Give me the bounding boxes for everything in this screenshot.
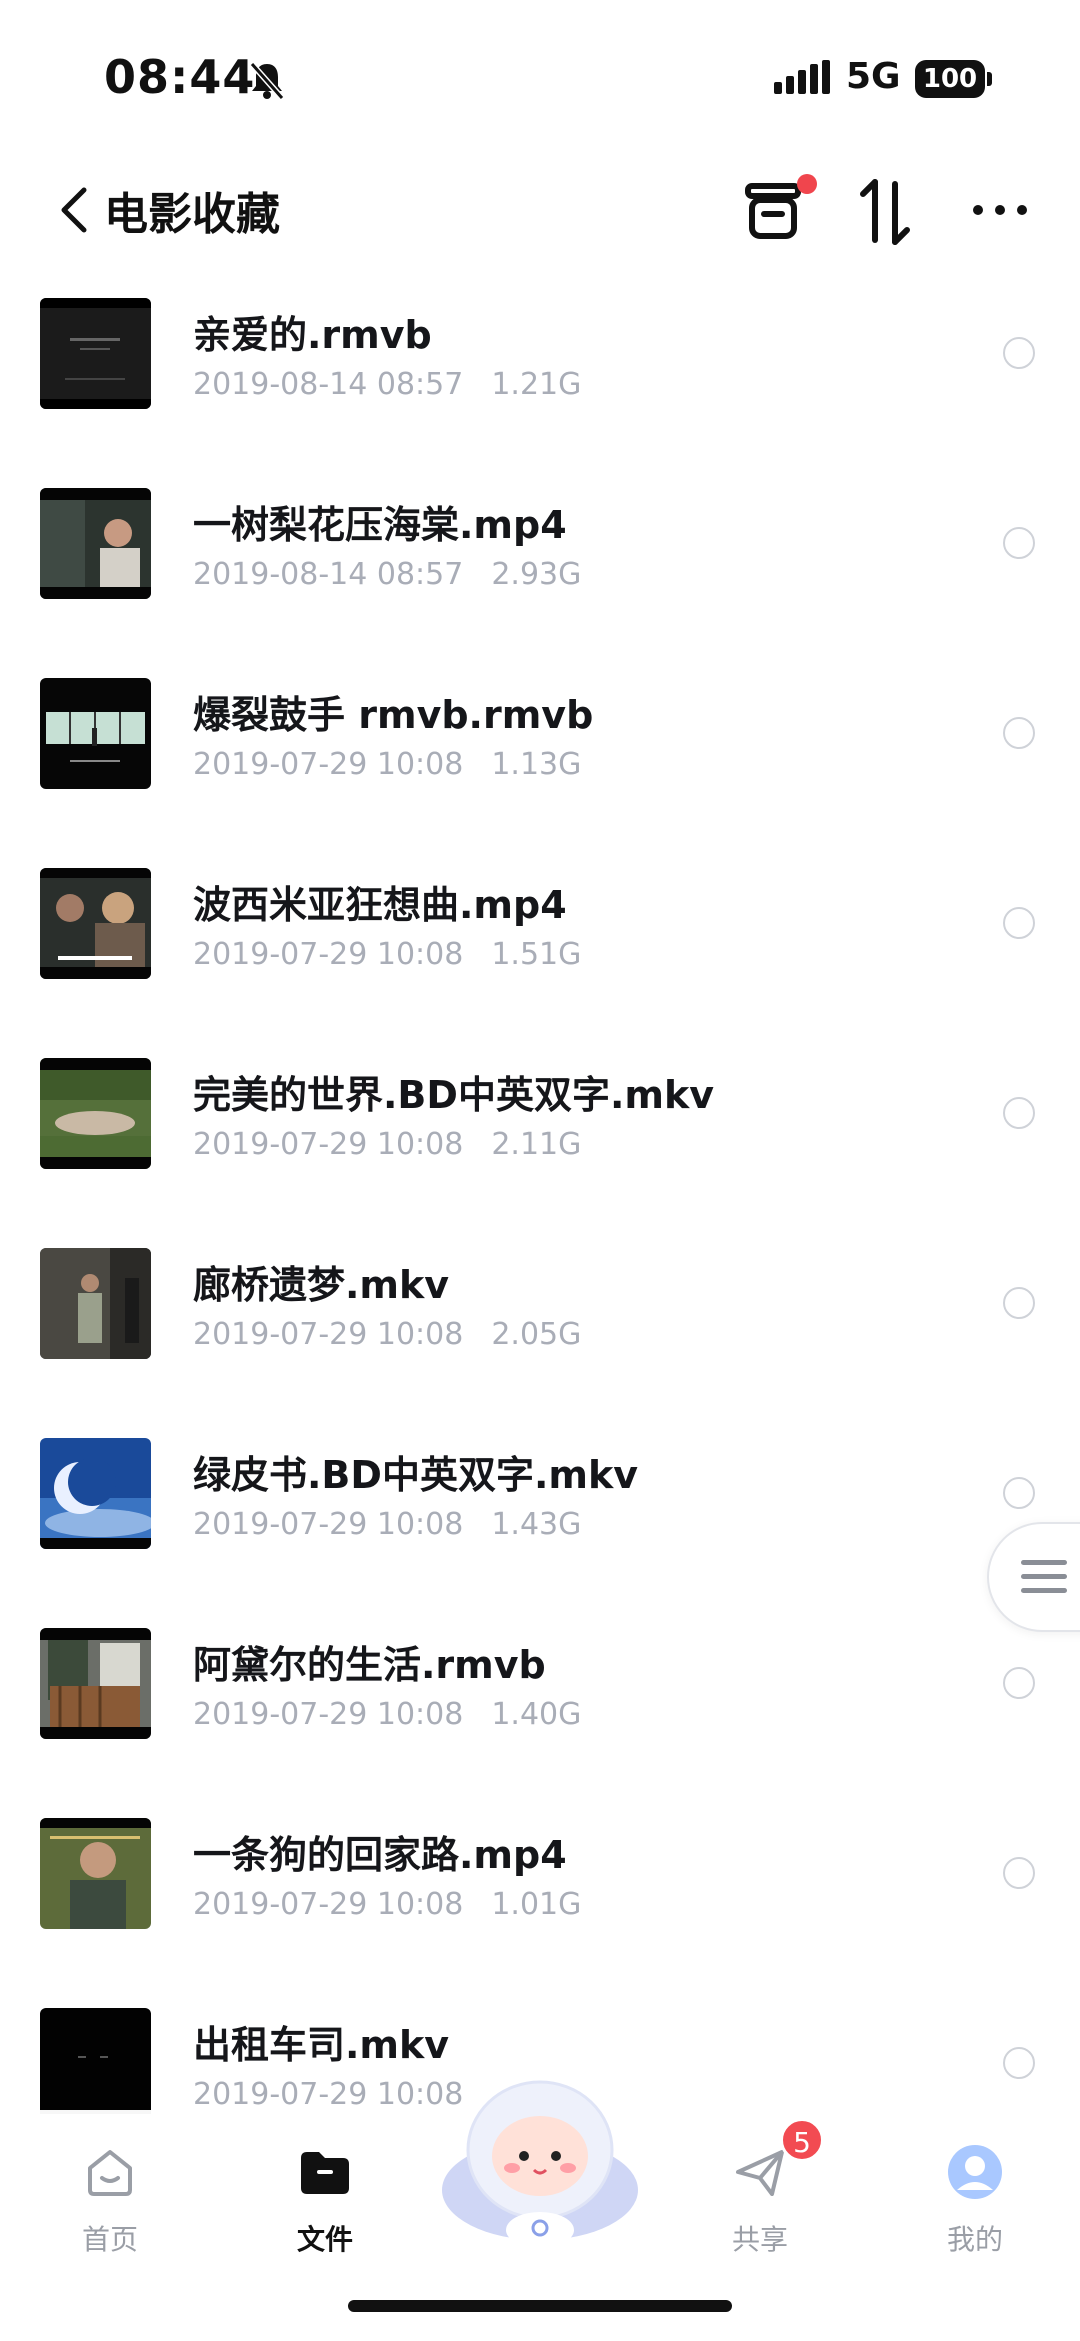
file-size: 1.40G [491,1697,582,1732]
notification-dot [797,174,817,194]
select-radio[interactable] [1003,1477,1035,1509]
list-item[interactable]: 一条狗的回家路.mp4 2019-07-29 10:08 1.01G [0,1800,1080,1990]
file-meta: 2019-07-29 10:08 2.05G [193,1317,581,1352]
file-meta: 2019-07-29 10:08 1.51G [193,937,581,972]
video-thumbnail [40,2008,151,2114]
file-size: 2.11G [491,1127,582,1162]
network-type: 5G [846,56,901,97]
file-size: 1.43G [491,1507,582,1542]
file-date: 2019-08-14 08:57 [193,557,464,592]
file-name: 一条狗的回家路.mp4 [193,1833,567,1877]
file-size: 2.05G [491,1317,582,1352]
file-date: 2019-07-29 10:08 [193,747,464,782]
file-list: 亲爱的.rmvb 2019-08-14 08:57 1.21G 一树梨花压海棠.m… [0,280,1080,2114]
tab-share-label: 共享 [731,2223,788,2256]
file-name: 亲爱的.rmvb [193,313,432,357]
file-date: 2019-07-29 10:08 [193,1507,464,1542]
list-item[interactable]: 廊桥遗梦.mkv 2019-07-29 10:08 2.05G [0,1230,1080,1420]
battery-tip [987,72,992,86]
sort-icon[interactable] [855,174,915,250]
file-meta: 2019-07-29 10:08 1.43G [193,1507,581,1542]
battery-icon: 100 [915,60,985,98]
file-size: 1.21G [491,367,582,402]
header: 电影收藏 [0,150,1080,280]
file-size: 1.13G [491,747,582,782]
bell-muted-icon [249,62,285,100]
share-badge: 5 [780,2118,824,2162]
list-item[interactable]: 一树梨花压海棠.mp4 2019-08-14 08:57 2.93G [0,470,1080,660]
file-date: 2019-07-29 10:08 [193,1127,464,1162]
tab-me-label: 我的 [946,2223,1003,2256]
list-item[interactable]: 波西米亚狂想曲.mp4 2019-07-29 10:08 1.51G [0,850,1080,1040]
video-thumbnail [40,488,151,599]
list-item[interactable]: 亲爱的.rmvb 2019-08-14 08:57 1.21G [0,280,1080,470]
home-indicator [348,2300,732,2312]
assistant-mascot-icon[interactable] [440,2070,640,2250]
back-button[interactable] [50,180,100,240]
tab-me[interactable]: 我的 [905,2130,1045,2260]
status-bar: 08:44 5G 100 [0,0,1080,150]
list-item[interactable]: 绿皮书.BD中英双字.mkv 2019-07-29 10:08 1.43G [0,1420,1080,1610]
page-title: 电影收藏 [104,189,280,240]
select-radio[interactable] [1003,2047,1035,2079]
file-date: 2019-07-29 10:08 [193,1887,464,1922]
file-date: 2019-07-29 10:08 [193,1317,464,1352]
file-date: 2019-07-29 10:08 [193,937,464,972]
select-radio[interactable] [1003,1287,1035,1319]
file-name: 廊桥遗梦.mkv [193,1263,450,1307]
file-name: 出租车司.mkv [193,2023,450,2067]
select-radio[interactable] [1003,337,1035,369]
video-thumbnail [40,678,151,789]
file-date: 2019-07-29 10:08 [193,1697,464,1732]
video-thumbnail [40,1058,151,1169]
file-name: 爆裂鼓手 rmvb.rmvb [193,693,594,737]
tab-home[interactable]: 首页 [40,2130,180,2260]
file-date: 2019-07-29 10:08 [193,2077,464,2112]
folder-icon [301,2152,349,2194]
video-thumbnail [40,298,151,409]
list-item[interactable]: 爆裂鼓手 rmvb.rmvb 2019-07-29 10:08 1.13G [0,660,1080,850]
select-radio[interactable] [1003,1097,1035,1129]
file-meta: 2019-08-14 08:57 1.21G [193,367,581,402]
file-name: 一树梨花压海棠.mp4 [193,503,567,547]
list-item[interactable]: 完美的世界.BD中英双字.mkv 2019-07-29 10:08 2.11G [0,1040,1080,1230]
tab-files[interactable]: 文件 [255,2130,395,2260]
file-meta: 2019-07-29 10:08 1.40G [193,1697,581,1732]
select-radio[interactable] [1003,907,1035,939]
select-radio[interactable] [1003,717,1035,749]
menu-icon [1021,1560,1067,1602]
file-name: 波西米亚狂想曲.mp4 [193,883,567,927]
select-radio[interactable] [1003,1667,1035,1699]
file-name: 绿皮书.BD中英双字.mkv [193,1453,639,1497]
select-radio[interactable] [1003,527,1035,559]
more-icon[interactable] [970,190,1030,230]
select-radio[interactable] [1003,1857,1035,1889]
tab-files-label: 文件 [296,2223,353,2256]
status-time: 08:44 [104,50,256,104]
file-date: 2019-08-14 08:57 [193,367,464,402]
list-item[interactable]: 阿黛尔的生活.rmvb 2019-07-29 10:08 1.40G [0,1610,1080,1800]
file-size: 1.01G [491,1887,582,1922]
file-meta: 2019-07-29 10:08 2.11G [193,1127,581,1162]
file-meta: 2019-08-14 08:57 2.93G [193,557,581,592]
file-name: 完美的世界.BD中英双字.mkv [193,1073,715,1117]
home-icon [88,2150,132,2196]
file-name: 阿黛尔的生活.rmvb [193,1643,546,1687]
file-size: 2.93G [491,557,582,592]
file-meta: 2019-07-29 10:08 1.13G [193,747,581,782]
paper-plane-icon [736,2150,784,2196]
avatar-icon [948,2145,1002,2199]
video-thumbnail [40,1248,151,1359]
file-size: 1.51G [491,937,582,972]
tab-home-label: 首页 [81,2223,138,2256]
video-thumbnail [40,868,151,979]
video-thumbnail [40,1628,151,1739]
video-thumbnail [40,1818,151,1929]
video-thumbnail [40,1438,151,1549]
file-meta: 2019-07-29 10:08 1.01G [193,1887,581,1922]
signal-icon [774,60,830,94]
